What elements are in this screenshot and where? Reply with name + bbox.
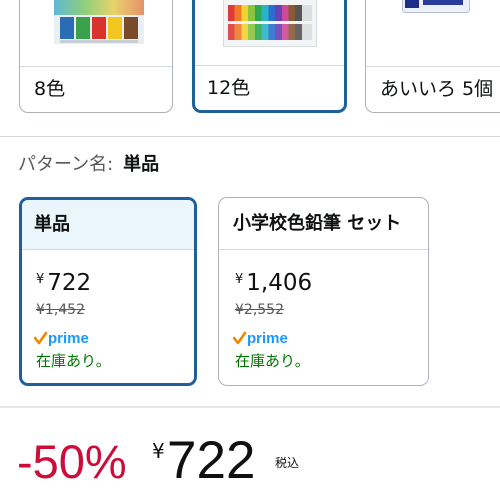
pattern-selected-value: 単品 [123, 154, 160, 175]
product-thumbnail-aiiro [366, 0, 500, 54]
product-variant-page: 8色 12色 あいいろ 5個 パターン名: 単品 単品 ¥ 722 ¥1,452… [0, 0, 500, 500]
pattern-option-school-set[interactable]: 小学校色鉛筆 セット ¥1,406 ¥2,552 prime 在庫あり。 [218, 197, 429, 386]
color-option-label: 8色 [20, 66, 172, 112]
section-divider [0, 136, 500, 137]
product-thumbnail-12-colors [195, 0, 344, 56]
pattern-option-single[interactable]: 単品 ¥722 ¥1,452 prime 在庫あり。 [19, 197, 197, 386]
price-value: 1,406 [246, 270, 313, 296]
yen-symbol: ¥ [235, 272, 244, 287]
color-option-aiiro-5[interactable]: あいいろ 5個 [365, 0, 500, 113]
product-box-image [402, 0, 470, 13]
discount-percentage: -50% [17, 435, 127, 488]
price-amount: 722 [167, 431, 256, 490]
pattern-option-title: 小学校色鉛筆 セット [219, 198, 428, 250]
pattern-option-list-price: ¥2,552 [235, 302, 284, 318]
pattern-option-list-price: ¥1,452 [36, 302, 85, 318]
prime-badge: prime [33, 330, 96, 348]
yen-symbol: ¥ [36, 272, 45, 287]
color-options-row: 8色 12色 あいいろ 5個 [0, 0, 500, 120]
product-box-image [223, 0, 317, 47]
pattern-option-price: ¥1,406 [235, 266, 312, 297]
price-value: 722 [47, 270, 92, 296]
color-option-label: 12色 [195, 65, 344, 110]
pattern-key: パターン名: [18, 154, 114, 175]
price-yen-symbol: ¥ [152, 439, 165, 463]
pattern-option-price: ¥722 [36, 266, 91, 297]
stock-status: 在庫あり。 [235, 352, 310, 370]
product-box-image [54, 0, 144, 44]
product-thumbnail-8-colors [20, 0, 172, 54]
prime-text: prime [247, 330, 288, 347]
pattern-name-label: パターン名: 単品 [18, 152, 159, 178]
section-divider [0, 406, 500, 408]
prime-icon: prime [33, 330, 89, 347]
prime-icon: prime [232, 330, 288, 347]
prime-badge: prime [232, 330, 295, 348]
prime-text: prime [48, 330, 89, 347]
stock-status: 在庫あり。 [36, 352, 111, 370]
color-option-8[interactable]: 8色 [19, 0, 173, 113]
color-option-label: あいいろ 5個 [366, 66, 500, 112]
pattern-option-title: 単品 [22, 200, 194, 250]
tax-included-label: 税込 [275, 456, 300, 470]
color-option-12[interactable]: 12色 [192, 0, 347, 113]
